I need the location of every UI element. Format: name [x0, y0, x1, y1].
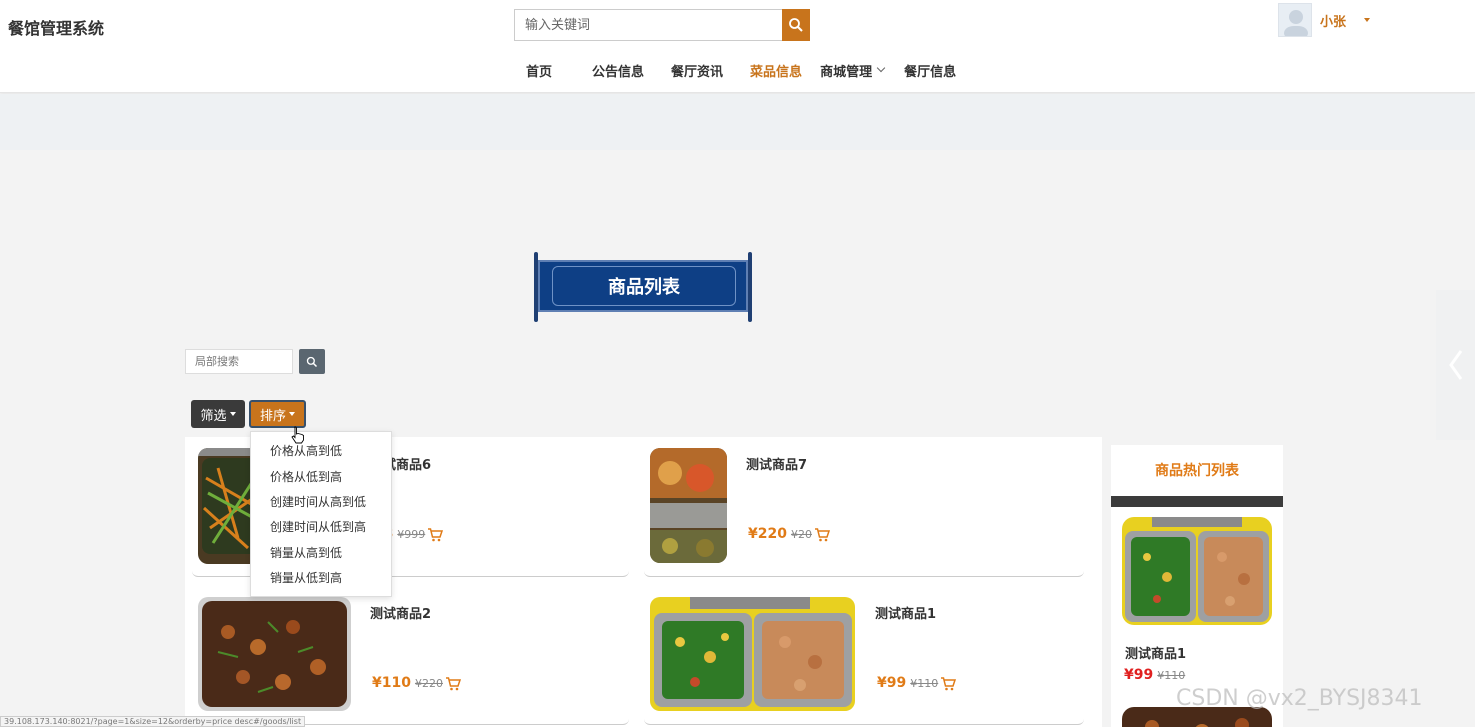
search-button[interactable] [782, 9, 810, 41]
sort-button[interactable]: 排序 [249, 400, 306, 428]
user-menu[interactable]: 小张 [1278, 3, 1371, 37]
cart-icon[interactable] [427, 527, 444, 542]
local-search-input[interactable] [185, 349, 293, 374]
sort-option-price-desc[interactable]: 价格从高到低 [251, 438, 391, 463]
search-input[interactable] [514, 9, 782, 41]
chevron-left-icon [1448, 350, 1462, 380]
cart-icon[interactable] [814, 527, 830, 542]
hot-product-price: ¥99 ¥110 [1124, 667, 1186, 683]
product-name[interactable]: 测试商品7 [746, 454, 807, 473]
cart-icon[interactable] [940, 676, 957, 691]
local-search-button[interactable] [299, 349, 325, 374]
scroll-rod-right [748, 252, 752, 322]
product-price: ¥220 ¥20 [748, 526, 830, 542]
product-name[interactable]: 测试商品2 [370, 603, 431, 622]
filter-button[interactable]: 筛选 [191, 400, 245, 428]
user-avatar-icon [1284, 10, 1308, 36]
nav-item-news[interactable]: 餐厅资讯 [671, 61, 723, 80]
carousel-prev-button[interactable] [1436, 290, 1475, 440]
chevron-down-icon [876, 63, 886, 73]
hot-list-divider [1111, 496, 1283, 507]
hand-cursor-icon [291, 426, 304, 444]
title-panel: 商品列表 [538, 260, 748, 312]
site-title[interactable]: 餐馆管理系统 [8, 15, 104, 39]
sort-option-sales-desc[interactable]: 销量从高到低 [251, 540, 391, 565]
caret-down-icon [289, 412, 295, 416]
product-name[interactable]: 测试商品1 [875, 603, 936, 622]
nav-item-restaurant[interactable]: 餐厅信息 [904, 61, 956, 80]
product-card[interactable]: 测试商品2 ¥110 ¥220 [192, 587, 629, 725]
product-card[interactable]: 测试商品7 ¥220 ¥20 [644, 437, 1084, 577]
banner-strip [0, 94, 1475, 150]
product-image[interactable] [650, 597, 855, 711]
main-nav: 首页 公告信息 餐厅资讯 菜品信息 商城管理 餐厅信息 [510, 60, 983, 80]
top-header: 餐馆管理系统 小张 首页 公告信息 餐厅资讯 菜品信息 商城管理 餐厅信息 [0, 0, 1475, 93]
status-bar-url: 39.108.173.140:8021/?page=1&size=12&orde… [0, 716, 306, 727]
product-price: ¥99 ¥110 [877, 675, 957, 691]
sort-dropdown-menu: 价格从高到低 价格从低到高 创建时间从高到低 创建时间从低到高 销量从高到低 销… [250, 431, 392, 597]
caret-down-icon [229, 412, 236, 416]
product-card[interactable]: 测试商品1 ¥99 ¥110 [644, 587, 1084, 725]
search-icon [306, 356, 318, 367]
title-frame: 商品列表 [552, 266, 736, 306]
nav-item-dishes[interactable]: 菜品信息 [750, 61, 802, 80]
nav-item-mall[interactable]: 商城管理 [820, 61, 886, 80]
caret-down-icon[interactable] [1364, 18, 1371, 22]
sort-option-sales-asc[interactable]: 销量从低到高 [251, 565, 391, 590]
hot-product-name[interactable]: 测试商品1 [1125, 643, 1186, 662]
nav-item-home[interactable]: 首页 [526, 61, 552, 80]
sort-option-price-asc[interactable]: 价格从低到高 [251, 463, 391, 488]
hot-list-title: 商品热门列表 [1155, 463, 1239, 479]
sort-option-time-asc[interactable]: 创建时间从低到高 [251, 514, 391, 539]
hot-products-panel: 商品热门列表 测试商品1 ¥99 ¥110 [1111, 445, 1283, 727]
product-image[interactable] [198, 597, 351, 711]
user-name[interactable]: 小张 [1320, 11, 1346, 30]
page-title: 商品列表 [608, 277, 680, 298]
avatar[interactable] [1278, 3, 1312, 37]
global-search [514, 9, 810, 41]
nav-item-notices[interactable]: 公告信息 [592, 61, 644, 80]
sort-option-time-desc[interactable]: 创建时间从高到低 [251, 489, 391, 514]
product-image[interactable] [650, 448, 727, 563]
cart-icon[interactable] [445, 676, 461, 691]
page-title-banner: 商品列表 [534, 252, 752, 322]
watermark: CSDN @vx2_BYSJ8341 [1176, 686, 1423, 711]
hot-product-image[interactable] [1122, 517, 1272, 625]
search-icon [789, 18, 803, 32]
product-price: ¥110 ¥220 [372, 675, 461, 691]
